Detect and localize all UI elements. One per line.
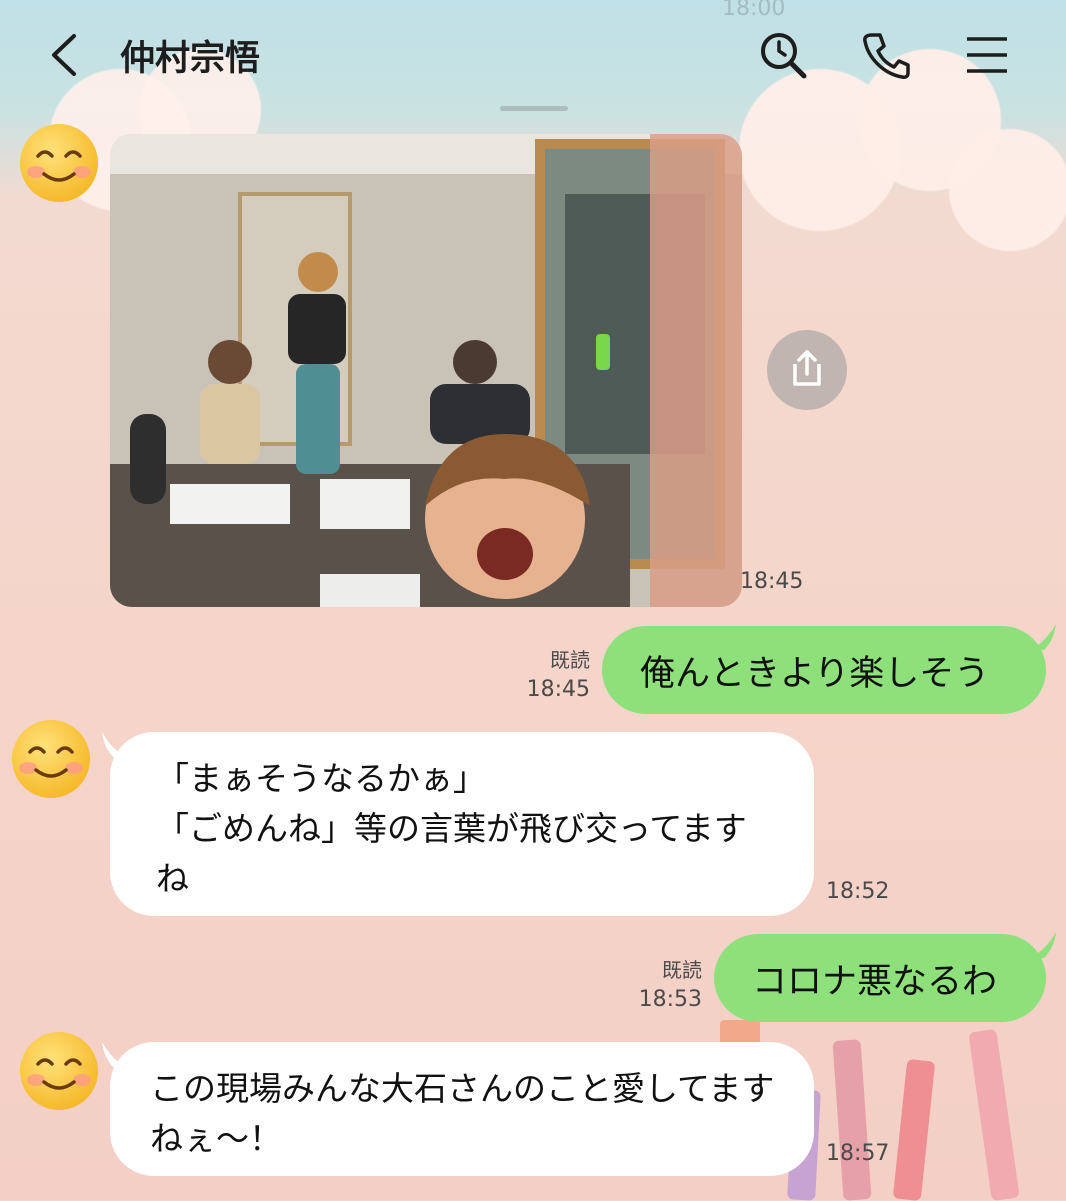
message-time: 18:52 [826, 879, 890, 904]
message-time: 18:53 [638, 987, 702, 1012]
studio-photo [110, 134, 742, 607]
message-text: コロナ悪なるわ [752, 961, 998, 1002]
phone-icon[interactable] [860, 30, 910, 80]
search-icon[interactable] [758, 30, 808, 80]
message-bubble-sent[interactable]: コロナ悪なるわ [714, 934, 1046, 1022]
back-icon[interactable] [44, 32, 90, 78]
read-receipt: 既読 [550, 648, 590, 672]
message-time: 18:57 [826, 1141, 890, 1166]
smiling-face-avatar[interactable] [18, 122, 100, 204]
smiling-face-avatar[interactable] [10, 718, 92, 800]
message-time: 18:45 [740, 569, 804, 594]
bubble-tail [1030, 932, 1056, 958]
read-receipt: 既読 [662, 958, 702, 982]
message-bubble-sent[interactable]: 俺んときより楽しそう [602, 626, 1046, 714]
background-tree [892, 1058, 936, 1201]
share-icon [793, 350, 821, 386]
photo-message[interactable] [110, 134, 742, 607]
chat-title: 仲村宗悟 [120, 39, 261, 79]
message-bubble-received[interactable]: 「まぁそうなるかぁ」 「ごめんね」等の言葉が飛び交ってますね [110, 732, 814, 916]
bubble-tail [1030, 624, 1056, 650]
menu-icon[interactable] [962, 30, 1012, 80]
share-button[interactable] [767, 330, 847, 410]
message-text: 俺んときより楽しそう [640, 653, 990, 694]
background-tree [968, 1028, 1020, 1201]
status-time: 18:00 [722, 0, 786, 21]
background-tree [832, 1039, 872, 1201]
scroll-handle [500, 106, 568, 111]
chat-header: 18:00 仲村宗悟 [0, 0, 1066, 112]
smiling-face-avatar[interactable] [18, 1030, 100, 1112]
message-bubble-received[interactable]: この現場みんな大石さんのこと愛してますねぇ〜！ [110, 1042, 814, 1176]
message-time: 18:45 [526, 677, 590, 702]
